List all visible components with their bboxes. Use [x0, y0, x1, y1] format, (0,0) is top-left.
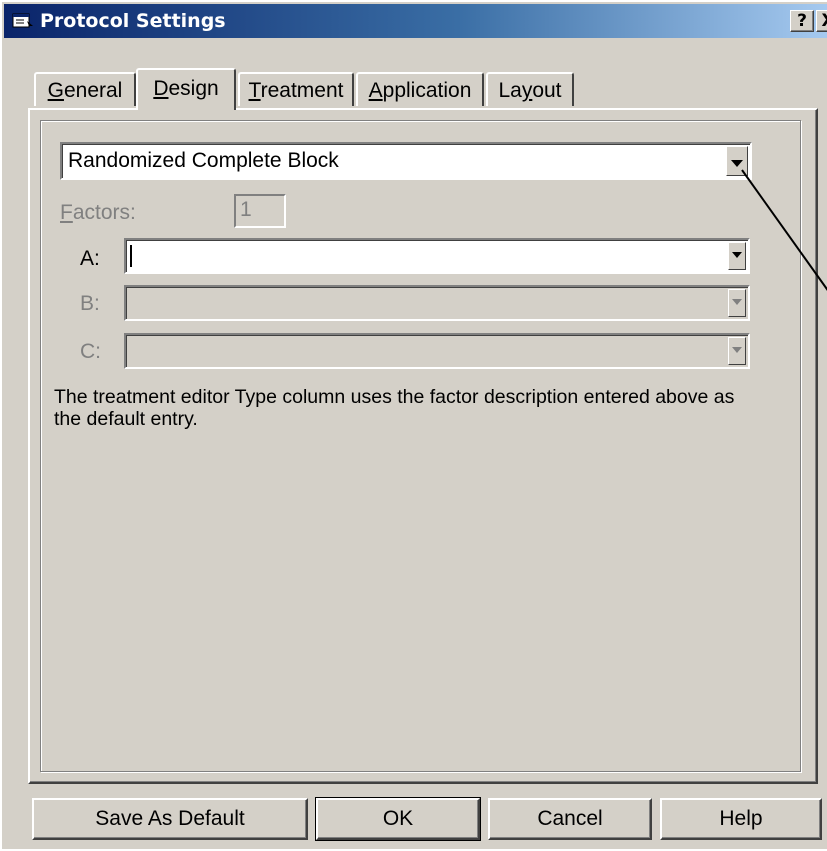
design-groupbox	[40, 120, 801, 772]
factor-b-label: B:	[80, 292, 100, 315]
tab-design[interactable]: Design	[136, 68, 236, 110]
tab-mnemonic: T	[248, 79, 261, 102]
tab-mnemonic: G	[47, 79, 64, 102]
tab-label: esign	[168, 77, 219, 100]
protocol-window-icon	[12, 13, 33, 28]
title-bar[interactable]: Protocol Settings ? X	[4, 4, 827, 38]
tab-mnemonic: y	[521, 79, 533, 102]
window-title: Protocol Settings	[40, 10, 226, 32]
tab-label: out	[532, 79, 562, 102]
factor-b-dropdown[interactable]	[124, 285, 750, 321]
design-type-value: Randomized Complete Block	[68, 149, 339, 172]
factor-c-dropdown[interactable]	[124, 333, 750, 369]
design-type-dropdown[interactable]: Randomized Complete Block	[60, 142, 752, 180]
tab-general[interactable]: General	[34, 72, 136, 106]
tab-mnemonic: D	[153, 77, 169, 100]
tab-application[interactable]: Application	[356, 72, 484, 106]
help-button[interactable]: Help	[660, 798, 822, 840]
factor-a-dropdown[interactable]	[124, 238, 750, 274]
text-caret	[130, 245, 132, 267]
protocol-settings-dialog: Protocol Settings ? X General Design Tre…	[0, 0, 827, 849]
chevron-down-icon[interactable]	[728, 337, 746, 365]
ok-button[interactable]: OK	[315, 797, 481, 841]
cancel-button[interactable]: Cancel	[488, 798, 652, 840]
tab-label: La	[498, 79, 522, 102]
factors-label-text: actors:	[72, 201, 136, 224]
factors-label-mnemonic: F	[60, 201, 73, 224]
tab-label: pplication	[382, 79, 472, 102]
tab-label: reatment	[260, 79, 344, 102]
chevron-down-icon[interactable]	[726, 146, 748, 176]
tab-label: eneral	[63, 79, 123, 102]
factors-input[interactable]: 1	[234, 194, 286, 228]
factors-label: Factors:	[60, 201, 136, 225]
save-as-default-button[interactable]: Save As Default	[32, 798, 308, 840]
factor-c-label: C:	[80, 340, 101, 363]
tab-mnemonic: A	[368, 79, 383, 102]
close-button[interactable]: X	[816, 10, 827, 32]
tab-treatment[interactable]: Treatment	[238, 72, 354, 106]
help-title-button[interactable]: ?	[790, 10, 814, 32]
chevron-down-icon[interactable]	[728, 289, 746, 317]
chevron-down-icon[interactable]	[728, 242, 746, 270]
tab-layout[interactable]: Layout	[486, 72, 574, 106]
help-note: The treatment editor Type column uses th…	[54, 386, 735, 430]
factor-a-label: A:	[80, 247, 100, 270]
